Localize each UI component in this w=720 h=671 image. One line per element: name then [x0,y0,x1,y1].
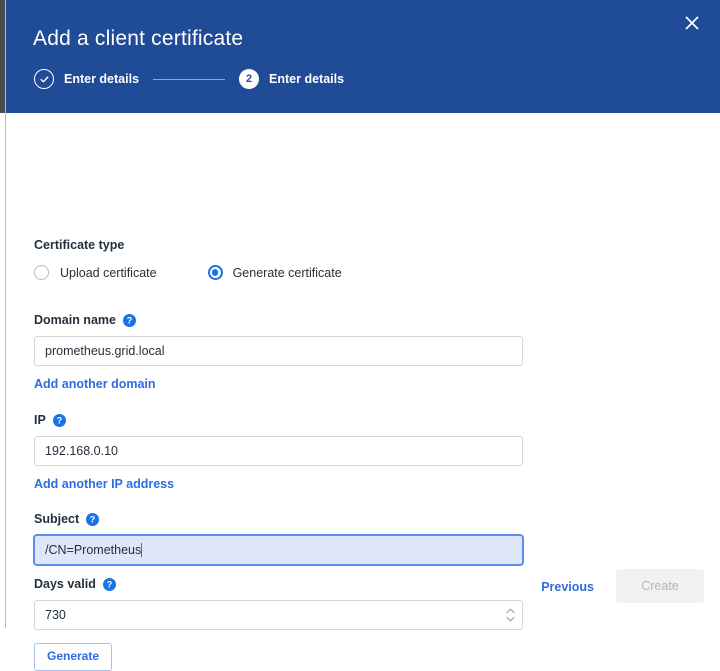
dialog-header: Add a client certificate Enter details 2… [6,0,720,113]
dialog-footer: Previous Create [6,560,720,628]
step-2-number: 2 [239,69,259,89]
backdrop-shade [0,0,5,113]
svg-text:?: ? [90,514,96,524]
subject-label: Subject ? [34,512,523,526]
domain-name-label: Domain name ? [34,313,523,327]
radio-upload-dot [34,265,49,280]
previous-button[interactable]: Previous [541,580,594,594]
certificate-type-radio-group: Upload certificate Generate certificate [34,265,370,280]
stepper-step-1[interactable]: Enter details [34,69,139,89]
add-client-certificate-dialog: Add a client certificate Enter details 2… [6,0,720,628]
ip-input[interactable]: 192.168.0.10 [34,436,523,466]
certificate-type-label: Certificate type [34,238,370,252]
svg-text:?: ? [57,415,63,425]
step-1-check-icon [34,69,54,89]
certificate-type-section: Certificate type Upload certificate Gene… [34,238,370,280]
subject-value: /CN=Prometheus [45,543,141,557]
create-button[interactable]: Create [616,569,704,603]
domain-name-label-text: Domain name [34,313,116,327]
generate-button[interactable]: Generate [34,643,112,671]
add-another-domain-link[interactable]: Add another domain [34,377,156,391]
ip-value: 192.168.0.10 [45,444,118,458]
subject-label-text: Subject [34,512,79,526]
step-1-label: Enter details [64,72,139,86]
close-icon[interactable] [678,9,706,37]
domain-name-section: Domain name ? prometheus.grid.local Add … [34,313,523,393]
radio-upload-label: Upload certificate [60,266,157,280]
page-title: Add a client certificate [33,25,243,53]
subject-section: Subject ? /CN=Prometheus [34,512,523,565]
svg-text:?: ? [127,315,133,325]
certificate-type-label-text: Certificate type [34,238,124,252]
text-caret [141,543,142,557]
domain-name-input[interactable]: prometheus.grid.local [34,336,523,366]
help-icon[interactable]: ? [53,414,66,427]
wizard-stepper: Enter details 2 Enter details [34,69,344,89]
ip-section: IP ? 192.168.0.10 Add another IP address [34,413,523,493]
help-icon[interactable]: ? [123,314,136,327]
ip-label: IP ? [34,413,523,427]
radio-upload-certificate[interactable]: Upload certificate [34,265,157,280]
radio-generate-dot [208,265,223,280]
domain-name-value: prometheus.grid.local [45,344,165,358]
add-another-ip-link[interactable]: Add another IP address [34,477,174,491]
radio-generate-label: Generate certificate [233,266,342,280]
stepper-connector [153,79,225,80]
stepper-step-2[interactable]: 2 Enter details [239,69,344,89]
help-icon[interactable]: ? [86,513,99,526]
step-2-label: Enter details [269,72,344,86]
ip-label-text: IP [34,413,46,427]
dialog-body: Certificate type Upload certificate Gene… [6,113,720,568]
radio-generate-certificate[interactable]: Generate certificate [208,265,342,280]
